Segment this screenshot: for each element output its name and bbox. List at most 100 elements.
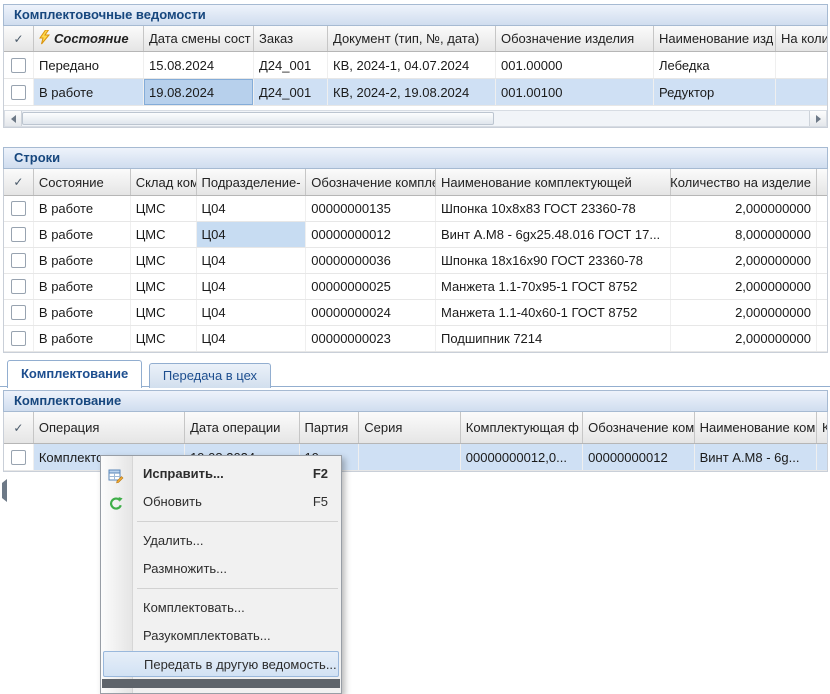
cell-extra[interactable] [817, 326, 827, 351]
col-header-batch[interactable]: Партия [300, 412, 360, 443]
vedomosti-row-selected[interactable]: В работе 19.08.2024 Д24_001 КВ, 2024-2, … [4, 79, 827, 106]
col-header-product-name[interactable]: Наименование изд [654, 26, 776, 51]
row-checkbox[interactable] [4, 274, 34, 299]
cell-state[interactable]: Передано [34, 52, 144, 78]
cell-document[interactable]: КВ, 2024-1, 04.07.2024 [328, 52, 496, 78]
menu-item-assemble[interactable]: Комплектовать... [101, 594, 341, 622]
scrollbar-thumb[interactable] [22, 112, 494, 125]
col-header-state-change-date[interactable]: Дата смены сост [144, 26, 254, 51]
cell-warehouse[interactable]: ЦМС [131, 300, 197, 325]
col-header-operation-date[interactable]: Дата операции [185, 412, 299, 443]
col-header-component-designation[interactable]: Обозначение компле [306, 169, 436, 195]
tab-komplektovanie[interactable]: Комплектование [7, 360, 142, 388]
cell-warehouse[interactable]: ЦМС [131, 326, 197, 351]
vedomosti-horizontal-scrollbar[interactable] [4, 110, 827, 127]
col-header-product-designation[interactable]: Обозначение изделия [496, 26, 654, 51]
cell-designation[interactable]: 00000000135 [306, 196, 436, 221]
stroki-row[interactable]: В работе ЦМС Ц04 00000000025 Манжета 1.1… [4, 274, 827, 300]
scroll-left-button[interactable] [5, 111, 22, 126]
cell-designation[interactable]: 00000000023 [306, 326, 436, 351]
cell-designation[interactable]: 00000000036 [306, 248, 436, 273]
cell-qty[interactable]: 2,000000000 [671, 248, 817, 273]
cell-quantity[interactable] [776, 52, 827, 78]
cell-order[interactable]: Д24_001 [254, 79, 328, 105]
cell-designation[interactable]: 00000000025 [306, 274, 436, 299]
menu-item-duplicate[interactable]: Размножить... [101, 555, 341, 583]
col-header-component-designation[interactable]: Обозначение комп [583, 412, 694, 443]
col-header-component[interactable]: Комплектующая ф [461, 412, 583, 443]
menu-item-disassemble[interactable]: Разукомплектовать... [101, 622, 341, 650]
stroki-select-all-header[interactable]: ✓ [4, 169, 34, 195]
cell-document[interactable]: КВ, 2024-2, 19.08.2024 [328, 79, 496, 105]
col-header-operation[interactable]: Операция [34, 412, 185, 443]
col-header-warehouse[interactable]: Склад комп [131, 169, 197, 195]
scroll-right-button[interactable] [809, 111, 826, 126]
stroki-row[interactable]: В работе ЦМС Ц04 00000000036 Шпонка 18x1… [4, 248, 827, 274]
row-checkbox[interactable] [4, 79, 34, 105]
cell-designation[interactable]: 001.00000 [496, 52, 654, 78]
row-checkbox[interactable] [4, 444, 34, 470]
cell-designation[interactable]: 00000000024 [306, 300, 436, 325]
cell-name[interactable]: Манжета 1.1-40x60-1 ГОСТ 8752 [436, 300, 671, 325]
col-header-state[interactable]: Состояние [34, 26, 144, 51]
cell-date-focused[interactable]: 19.08.2024 [144, 79, 254, 105]
vedomosti-row[interactable]: Передано 15.08.2024 Д24_001 КВ, 2024-1, … [4, 52, 827, 79]
cell-state[interactable]: В работе [34, 79, 144, 105]
cell-division[interactable]: Ц04 [197, 326, 307, 351]
cell-qty[interactable]: 2,000000000 [671, 326, 817, 351]
bottom-scroll-left-button[interactable] [2, 483, 7, 498]
cell-warehouse[interactable]: ЦМС [131, 196, 197, 221]
cell-component-name[interactable]: Винт А.М8 - 6g... [695, 444, 817, 470]
menu-item-transfer-hovered[interactable]: Передать в другую ведомость... [103, 651, 339, 677]
cell-qty[interactable]: 2,000000000 [671, 196, 817, 221]
col-header-series[interactable]: Серия [359, 412, 461, 443]
cell-state[interactable]: В работе [34, 300, 131, 325]
cell-warehouse[interactable]: ЦМС [131, 248, 197, 273]
cell-state[interactable]: В работе [34, 248, 131, 273]
cell-extra[interactable] [817, 222, 827, 247]
komplekt-select-all-header[interactable]: ✓ [4, 412, 34, 443]
col-header-component-name[interactable]: Наименование комплектующей [436, 169, 671, 195]
cell-series[interactable] [359, 444, 461, 470]
cell-order[interactable]: Д24_001 [254, 52, 328, 78]
cell-designation[interactable]: 001.00100 [496, 79, 654, 105]
col-header-document[interactable]: Документ (тип, №, дата) [328, 26, 496, 51]
cell-name[interactable]: Винт А.М8 - 6gх25.48.016 ГОСТ 17... [436, 222, 671, 247]
cell-state[interactable]: В работе [34, 222, 131, 247]
row-checkbox[interactable] [4, 196, 34, 221]
cell-qty[interactable]: 8,000000000 [671, 222, 817, 247]
row-checkbox[interactable] [4, 248, 34, 273]
tab-peredacha-v-ceh[interactable]: Передача в цех [149, 363, 271, 388]
cell-extra[interactable] [817, 248, 827, 273]
menu-item-edit[interactable]: Исправить... F2 [101, 460, 341, 488]
col-header-extra[interactable] [817, 169, 827, 195]
menu-item-refresh[interactable]: Обновить F5 [101, 488, 341, 516]
row-checkbox[interactable] [4, 326, 34, 351]
cell-extra[interactable] [817, 300, 827, 325]
col-header-qty-per-product[interactable]: Количество на изделие [671, 169, 817, 195]
cell-k[interactable] [817, 444, 827, 470]
cell-warehouse[interactable]: ЦМС [131, 274, 197, 299]
cell-component-designation[interactable]: 00000000012 [583, 444, 694, 470]
cell-state[interactable]: В работе [34, 196, 131, 221]
cell-warehouse[interactable]: ЦМС [131, 222, 197, 247]
col-header-quantity[interactable]: На колич [776, 26, 827, 51]
cell-qty[interactable]: 2,000000000 [671, 274, 817, 299]
row-checkbox[interactable] [4, 52, 34, 78]
cell-extra[interactable] [817, 274, 827, 299]
cell-division[interactable]: Ц04 [197, 274, 307, 299]
cell-state[interactable]: В работе [34, 326, 131, 351]
cell-division[interactable]: Ц04 [197, 196, 307, 221]
col-header-k[interactable]: К [817, 412, 827, 443]
row-checkbox[interactable] [4, 300, 34, 325]
cell-name[interactable]: Манжета 1.1-70x95-1 ГОСТ 8752 [436, 274, 671, 299]
cell-division[interactable]: Ц04 [197, 300, 307, 325]
cell-qty[interactable]: 2,000000000 [671, 300, 817, 325]
col-header-division[interactable]: Подразделение- [197, 169, 307, 195]
cell-date[interactable]: 15.08.2024 [144, 52, 254, 78]
row-checkbox[interactable] [4, 222, 34, 247]
cell-state[interactable]: В работе [34, 274, 131, 299]
cell-extra[interactable] [817, 196, 827, 221]
cell-name[interactable]: Лебедка [654, 52, 776, 78]
cell-component[interactable]: 00000000012,0... [461, 444, 583, 470]
